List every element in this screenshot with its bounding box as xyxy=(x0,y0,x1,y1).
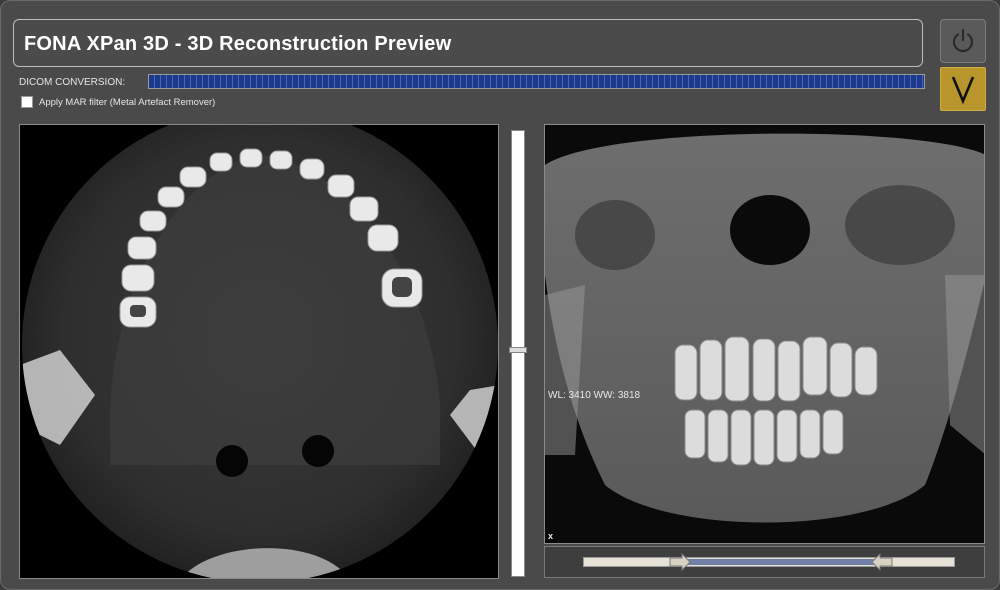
mar-filter-label: Apply MAR filter (Metal Artefact Remover… xyxy=(39,96,216,108)
power-button[interactable] xyxy=(940,19,986,63)
window-title: FONA XPan 3D - 3D Reconstruction Preview xyxy=(24,33,452,55)
range-slider-track[interactable] xyxy=(583,552,955,572)
dicom-conversion-progress xyxy=(148,74,925,89)
slice-scrollbar[interactable] xyxy=(509,130,527,577)
power-icon xyxy=(952,28,974,53)
mar-filter-checkbox[interactable] xyxy=(21,96,33,108)
checkmark-icon xyxy=(951,76,975,105)
range-slider-panel xyxy=(544,546,985,578)
progress-fill xyxy=(149,75,924,88)
dicom-conversion-label: DICOM CONVERSION: xyxy=(19,77,126,88)
confirm-button[interactable] xyxy=(940,67,986,111)
slice-scrollbar-thumb[interactable] xyxy=(509,347,527,353)
axial-slice-view[interactable] xyxy=(19,124,499,579)
axial-ct-image xyxy=(22,125,498,578)
range-slider-left-handle[interactable] xyxy=(668,552,692,572)
window-level-readout: WL: 3410 WW: 3818 xyxy=(548,390,641,401)
reconstruction-window: FONA XPan 3D - 3D Reconstruction Preview… xyxy=(0,0,1000,590)
title-bar: FONA XPan 3D - 3D Reconstruction Preview xyxy=(13,19,923,67)
range-slider-right-handle[interactable] xyxy=(870,552,894,572)
mar-filter-option[interactable]: Apply MAR filter (Metal Artefact Remover… xyxy=(21,96,215,108)
axis-label: x xyxy=(548,531,554,541)
volume-render-view[interactable]: WL: 3410 WW: 3818 x xyxy=(544,124,985,544)
range-slider-selection xyxy=(688,559,874,565)
volume-render-image xyxy=(545,125,984,543)
